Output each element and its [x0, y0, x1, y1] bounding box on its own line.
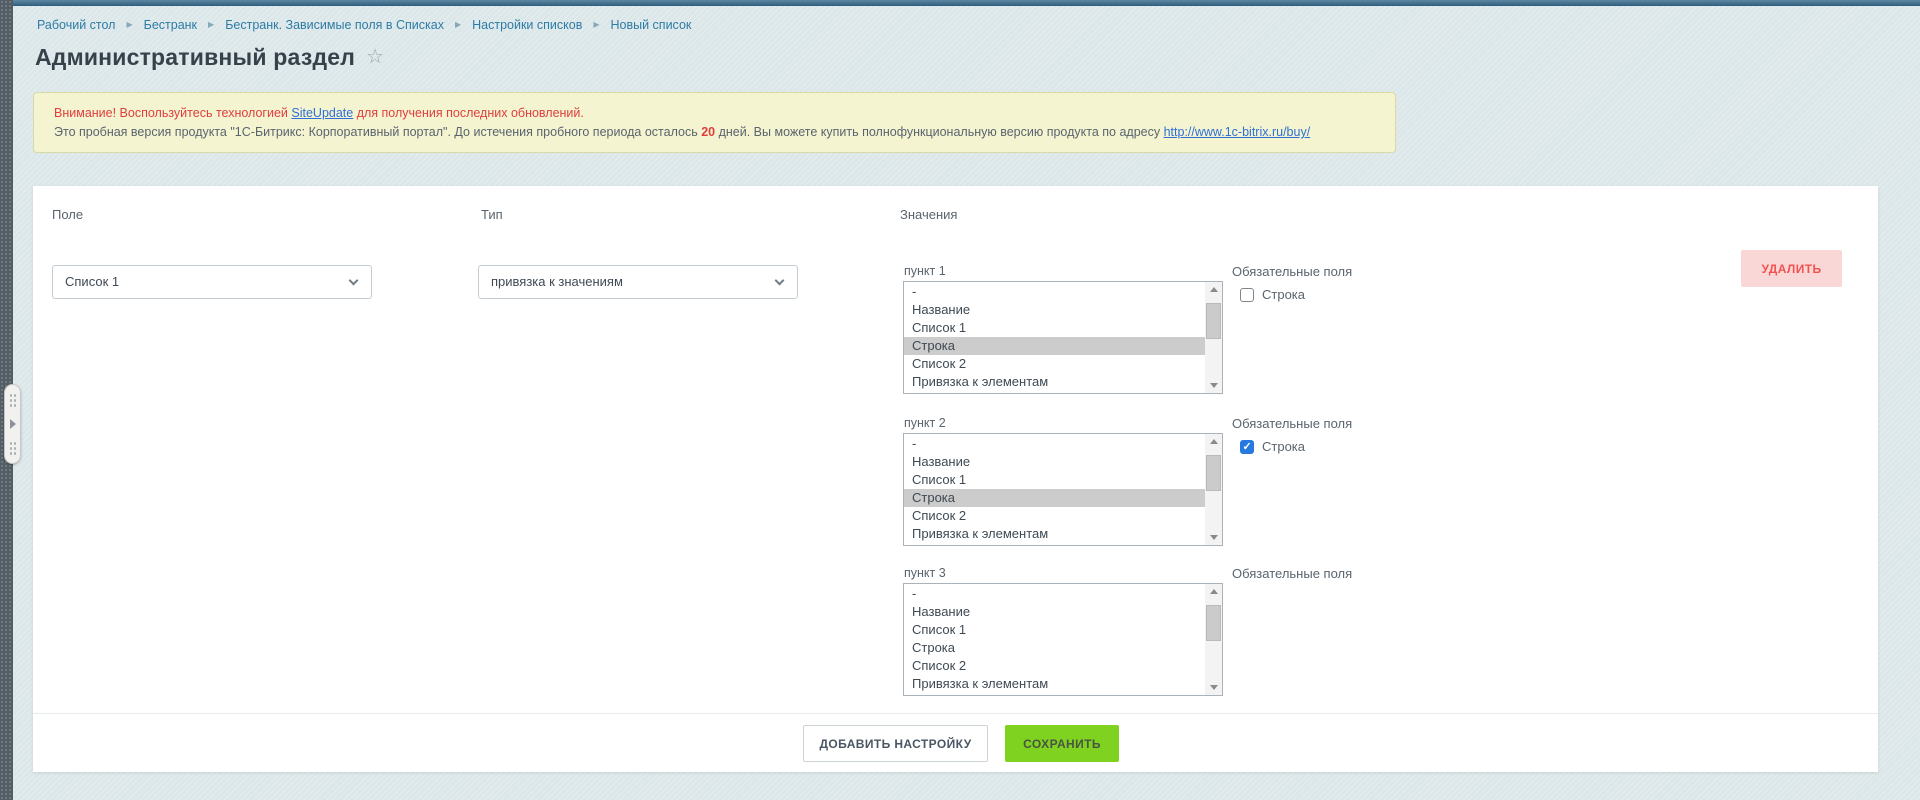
notice-warning-text-suffix: для получения последних обновлений. [353, 106, 584, 120]
breadcrumb-item[interactable]: Бестранк. Зависимые поля в Списках [225, 18, 444, 32]
drag-dots-icon [9, 393, 17, 407]
required-checkbox[interactable] [1240, 440, 1254, 454]
listbox-option[interactable]: Название [904, 603, 1205, 621]
buy-link[interactable]: http://www.1c-bitrix.ru/buy/ [1164, 125, 1311, 139]
listbox-option[interactable]: Строка [904, 337, 1205, 355]
listbox-option[interactable]: Строка [904, 639, 1205, 657]
listbox-option[interactable]: Файл [904, 543, 1205, 546]
scroll-down-button[interactable] [1205, 377, 1222, 393]
listbox-option[interactable]: Список 1 [904, 319, 1205, 337]
chevron-right-icon [10, 419, 16, 429]
breadcrumb-item[interactable]: Рабочий стол [37, 18, 115, 32]
listbox-option[interactable]: Строка [904, 489, 1205, 507]
settings-value-group: пункт 3 -НазваниеСписок 1СтрокаСписок 2Пр… [903, 566, 1503, 698]
type-select-value: привязка к значениям [491, 274, 623, 289]
scrollbar-thumb[interactable] [1206, 303, 1221, 339]
item-label: пункт 1 [904, 264, 946, 278]
required-checkbox[interactable] [1240, 288, 1254, 302]
save-button[interactable]: СОХРАНИТЬ [1005, 725, 1119, 762]
trial-text-2: дней. Вы можете купить полнофункциональн… [715, 125, 1163, 139]
listbox-options: -НазваниеСписок 1СтрокаСписок 2Привязка … [904, 283, 1205, 394]
options-listbox[interactable]: -НазваниеСписок 1СтрокаСписок 2Привязка … [903, 281, 1223, 394]
add-setting-button[interactable]: ДОБАВИТЬ НАСТРОЙКУ [803, 725, 988, 762]
options-listbox[interactable]: -НазваниеСписок 1СтрокаСписок 2Привязка … [903, 583, 1223, 696]
scrollbar[interactable] [1205, 282, 1222, 393]
trial-days-left: 20 [701, 125, 715, 139]
listbox-option[interactable]: Список 2 [904, 507, 1205, 525]
scrollbar-thumb[interactable] [1206, 455, 1221, 491]
breadcrumb-item[interactable]: Бестранк [144, 18, 197, 32]
breadcrumb-item[interactable]: Настройки списков [472, 18, 582, 32]
scrollbar[interactable] [1205, 434, 1222, 545]
footer-divider [33, 713, 1878, 714]
options-listbox[interactable]: -НазваниеСписок 1СтрокаСписок 2Привязка … [903, 433, 1223, 546]
listbox-option[interactable]: Файл [904, 391, 1205, 394]
listbox-option[interactable]: - [904, 283, 1205, 301]
favorite-star-icon[interactable]: ☆ [366, 46, 384, 68]
listbox-option[interactable]: Название [904, 301, 1205, 319]
breadcrumb-item[interactable]: Новый список [611, 18, 692, 32]
settings-value-group: пункт 2-НазваниеСписок 1СтрокаСписок 2Пр… [903, 416, 1503, 548]
notice-warning-text: Внимание! Воспользуйтесь технологией [54, 106, 291, 120]
listbox-option[interactable]: Привязка к элементам [904, 525, 1205, 543]
field-column-label: Поле [52, 207, 83, 222]
checkbox-label: Строка [1262, 287, 1305, 302]
required-fields-label: Обязательные поля [1232, 566, 1352, 581]
notice-line-trial: Это пробная версия продукта "1С-Битрикс:… [54, 123, 1375, 142]
breadcrumb: Рабочий стол ▶ Бестранк ▶ Бестранк. Зависимы… [37, 18, 691, 32]
listbox-option[interactable]: Привязка к элементам [904, 675, 1205, 693]
scrollbar[interactable] [1205, 584, 1222, 695]
listbox-options: -НазваниеСписок 1СтрокаСписок 2Привязка … [904, 585, 1205, 696]
breadcrumb-separator-icon: ▶ [455, 21, 461, 29]
listbox-option[interactable]: Список 1 [904, 471, 1205, 489]
required-fields-label: Обязательные поля [1232, 416, 1352, 431]
type-select[interactable]: привязка к значениям [478, 265, 798, 299]
required-checkbox-row[interactable]: Строка [1240, 287, 1305, 302]
field-select[interactable]: Список 1 [52, 265, 372, 299]
required-checkbox-row[interactable]: Строка [1240, 439, 1305, 454]
trial-notice: Внимание! Воспользуйтесь технологией Sit… [33, 92, 1396, 153]
notice-line-update: Внимание! Воспользуйтесь технологией Sit… [54, 104, 1375, 123]
scroll-up-button[interactable] [1205, 282, 1222, 298]
chevron-down-icon [775, 276, 785, 286]
scroll-up-button[interactable] [1205, 434, 1222, 450]
scroll-up-button[interactable] [1205, 584, 1222, 600]
type-column-label: Тип [481, 207, 503, 222]
scroll-down-button[interactable] [1205, 679, 1222, 695]
breadcrumb-separator-icon: ▶ [126, 21, 132, 29]
required-fields-label: Обязательные поля [1232, 264, 1352, 279]
listbox-option[interactable]: Название [904, 453, 1205, 471]
sidebar-toggle[interactable] [4, 384, 21, 464]
breadcrumb-separator-icon: ▶ [208, 21, 214, 29]
listbox-option[interactable]: Список 1 [904, 621, 1205, 639]
listbox-option[interactable]: - [904, 435, 1205, 453]
scroll-down-button[interactable] [1205, 529, 1222, 545]
listbox-option[interactable]: - [904, 585, 1205, 603]
item-label: пункт 2 [904, 416, 946, 430]
breadcrumb-separator-icon: ▶ [593, 21, 599, 29]
siteupdate-link[interactable]: SiteUpdate [291, 106, 353, 120]
listbox-option[interactable]: Список 2 [904, 355, 1205, 373]
settings-value-group: пункт 1-НазваниеСписок 1СтрокаСписок 2Пр… [903, 264, 1503, 396]
listbox-option[interactable]: Список 2 [904, 657, 1205, 675]
listbox-options: -НазваниеСписок 1СтрокаСписок 2Привязка … [904, 435, 1205, 546]
listbox-option[interactable]: Привязка к элементам [904, 373, 1205, 391]
delete-button[interactable]: УДАЛИТЬ [1741, 250, 1842, 287]
page-title: Административный раздел ☆ [35, 44, 384, 71]
item-label: пункт 3 [904, 566, 946, 580]
page-title-text: Административный раздел [35, 44, 355, 70]
values-column-label: Значения [900, 207, 957, 222]
checkbox-label: Строка [1262, 439, 1305, 454]
drag-dots-icon [9, 441, 17, 455]
listbox-option[interactable]: Файл [904, 693, 1205, 696]
field-select-value: Список 1 [65, 274, 119, 289]
top-edge-bar [0, 0, 1920, 6]
chevron-down-icon [349, 276, 359, 286]
trial-text: Это пробная версия продукта "1С-Битрикс:… [54, 125, 701, 139]
scrollbar-thumb[interactable] [1206, 605, 1221, 641]
